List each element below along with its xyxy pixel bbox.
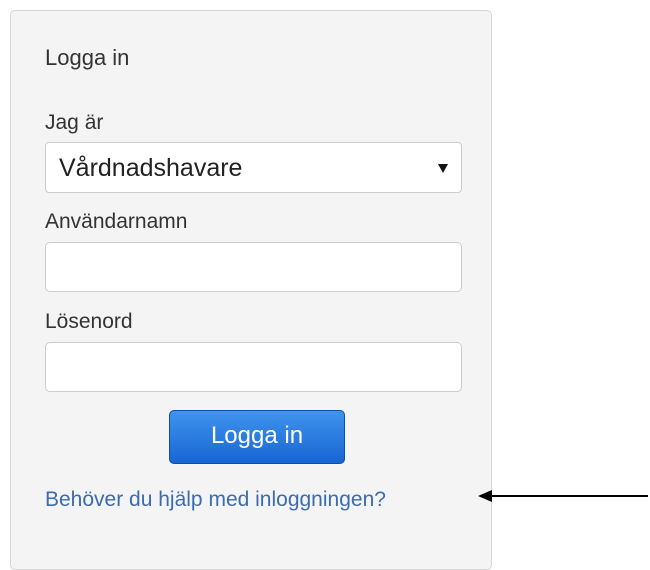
password-input[interactable] [45, 342, 462, 392]
username-label: Användarnamn [45, 210, 188, 233]
login-button[interactable]: Logga in [169, 410, 345, 464]
username-input[interactable] [45, 242, 462, 292]
left-arrow-icon [478, 490, 648, 502]
role-select[interactable]: Vårdnadshavare [45, 142, 462, 193]
login-title: Logga in [45, 45, 130, 70]
role-select-value: Vårdnadshavare [59, 154, 243, 182]
role-label: Jag är [45, 111, 104, 134]
chevron-down-icon [438, 164, 448, 173]
password-label: Lösenord [45, 310, 133, 333]
login-panel: Logga in Jag är Vårdnadshavare Användarn… [10, 10, 492, 570]
help-link[interactable]: Behöver du hjälp med inloggningen? [45, 488, 386, 512]
